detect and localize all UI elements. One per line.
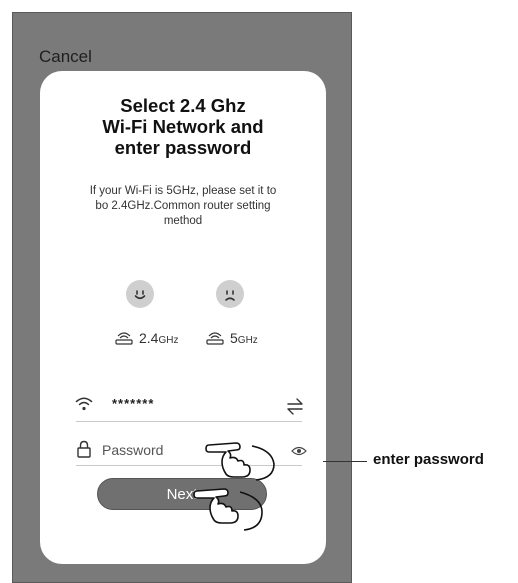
callout-label: enter password [373, 451, 484, 468]
lock-icon [77, 440, 91, 458]
title-line: Wi-Fi Network and [102, 116, 264, 137]
card-title: Select 2.4 Ghz Wi-Fi Network and enter p… [40, 95, 326, 158]
wifi-icon [75, 397, 93, 411]
callout-line [323, 461, 367, 462]
band-value: 2.4 [139, 330, 159, 346]
smile-face-icon [126, 280, 154, 308]
divider [76, 421, 302, 422]
phone-screen: Cancel Select 2.4 Ghz Wi-Fi Network and … [12, 12, 352, 583]
title-line: Select 2.4 Ghz [120, 95, 246, 116]
title-line: enter password [114, 137, 252, 158]
band-unit: GHz [237, 335, 258, 346]
band-2-4ghz: 2.4GHz [114, 330, 178, 346]
subtitle-line: method [163, 215, 203, 227]
band-5ghz: 5GHz [205, 330, 258, 346]
sad-face-icon [216, 280, 244, 308]
pointing-hand-icon [193, 488, 263, 531]
band-unit: GHz [158, 335, 179, 346]
subtitle-line: bo 2.4GHz.Common router setting [95, 200, 271, 212]
switch-network-icon[interactable] [285, 397, 305, 415]
cancel-button[interactable]: Cancel [39, 47, 92, 67]
router-icon [206, 332, 224, 345]
router-icon [115, 332, 133, 345]
wifi-setup-card: Select 2.4 Ghz Wi-Fi Network and enter p… [40, 71, 326, 564]
subtitle-line: If your Wi-Fi is 5GHz, please set it to [89, 185, 277, 197]
band-value: 5 [230, 330, 238, 346]
eye-icon[interactable] [291, 445, 307, 457]
card-subtitle: If your Wi-Fi is 5GHz, please set it to … [40, 184, 326, 229]
wifi-network-field[interactable]: ******* [112, 396, 154, 411]
pointing-hand-icon [205, 442, 275, 481]
